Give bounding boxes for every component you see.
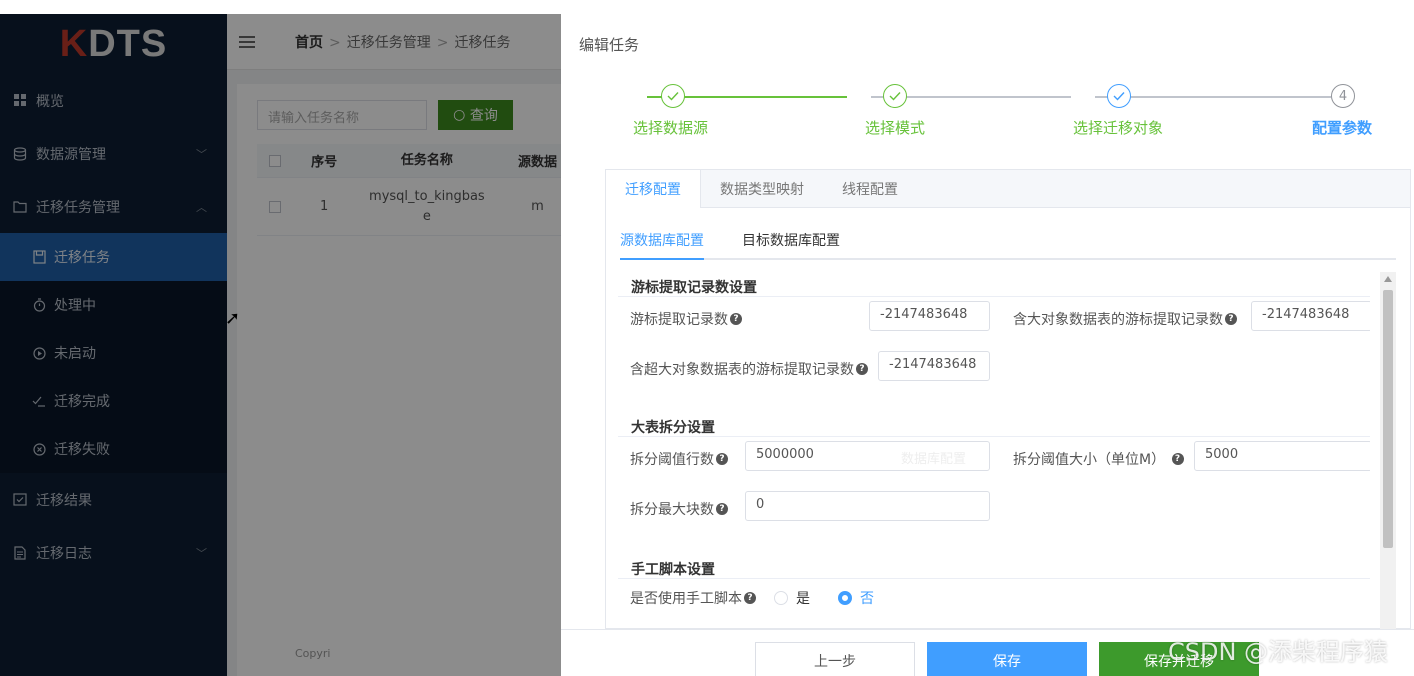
config-tabs: 迁移配置 数据类型映射 线程配置 源数据库配置 目标数据库配置 游标提取记录数设…: [605, 169, 1411, 629]
steps: 选择数据源 选择模式 选择迁移对象 4 配置参数: [611, 84, 1373, 144]
split-blocks-text: 拆分最大块数: [630, 502, 714, 518]
scroll-up-icon[interactable]: [1384, 276, 1392, 282]
tabs-header: 迁移配置 数据类型映射 线程配置: [606, 170, 1410, 208]
config-form: 游标提取记录数设置 游标提取记录数? -2147483648 含大对象数据表的游…: [618, 272, 1370, 628]
biglob-fetch-input[interactable]: -2147483648: [878, 351, 990, 381]
step-1-label: 选择数据源: [633, 119, 709, 137]
section-divider: [618, 296, 1370, 297]
help-icon[interactable]: ?: [716, 453, 728, 465]
biglob-fetch-label: 含超大对象数据表的游标提取记录数?: [630, 359, 868, 379]
section-split-title: 大表拆分设置: [631, 420, 715, 436]
radio-yes[interactable]: 是: [774, 588, 810, 608]
radio-yes-label: 是: [796, 591, 810, 607]
section-script-title: 手工脚本设置: [631, 562, 715, 578]
use-script-text: 是否使用手工脚本: [630, 591, 742, 607]
help-icon[interactable]: ?: [856, 363, 868, 375]
help-icon[interactable]: ?: [1171, 453, 1184, 465]
help-icon[interactable]: ?: [1225, 313, 1237, 325]
split-rows-text: 拆分阈值行数: [630, 452, 714, 468]
radio-circle-icon: [774, 591, 788, 605]
biglob-fetch-text: 含超大对象数据表的游标提取记录数: [630, 362, 854, 378]
lob-fetch-input[interactable]: -2147483648: [1251, 301, 1370, 331]
form-scrollbar[interactable]: [1380, 272, 1396, 630]
tab-thread-config[interactable]: 线程配置: [823, 170, 917, 208]
section-divider: [618, 436, 1370, 437]
radio-no-label: 否: [860, 591, 874, 607]
cursor-fetch-text: 游标提取记录数: [630, 312, 728, 328]
tab-datatype-mapping[interactable]: 数据类型映射: [701, 170, 823, 208]
help-icon[interactable]: ?: [716, 503, 728, 515]
drawer-title: 编辑任务: [579, 36, 640, 54]
help-icon[interactable]: ?: [744, 592, 756, 604]
lob-fetch-text: 含大对象数据表的游标提取记录数: [1013, 312, 1223, 328]
section-divider: [618, 578, 1370, 579]
split-size-label: 拆分阈值大小（单位M） ?: [1013, 449, 1184, 469]
subtabs: 源数据库配置 目标数据库配置: [620, 222, 1396, 260]
scroll-thumb[interactable]: [1383, 290, 1393, 548]
mouse-cursor-icon: ➚: [225, 308, 241, 329]
step-2-label: 选择模式: [865, 119, 926, 137]
step-4-number: 4: [1331, 84, 1355, 108]
cursor-fetch-label: 游标提取记录数?: [630, 309, 742, 329]
radio-selected-icon: [838, 591, 852, 605]
lob-fetch-label: 含大对象数据表的游标提取记录数?: [1013, 309, 1237, 329]
cursor-fetch-input[interactable]: -2147483648: [869, 301, 990, 331]
step-3-check-icon: [1107, 84, 1131, 108]
ghost-text: 数据库配置: [901, 452, 967, 467]
step-3-label: 选择迁移对象: [1073, 119, 1164, 137]
step-2-check-icon: [883, 84, 907, 108]
step-1-check-icon: [661, 84, 685, 108]
subtab-source-db[interactable]: 源数据库配置: [620, 222, 704, 260]
radio-no[interactable]: 否: [838, 588, 874, 608]
split-size-text: 拆分阈值大小（单位M）: [1013, 452, 1166, 468]
subtab-target-db[interactable]: 目标数据库配置: [742, 222, 840, 258]
tab-migration-config[interactable]: 迁移配置: [606, 170, 701, 208]
step-4-label: 配置参数: [1312, 119, 1373, 137]
split-size-input[interactable]: 5000: [1194, 441, 1370, 471]
watermark: CSDN @添柴程序猿: [1168, 638, 1389, 666]
split-rows-label: 拆分阈值行数?: [630, 449, 728, 469]
split-blocks-input[interactable]: 0: [745, 491, 990, 521]
prev-step-button[interactable]: 上一步: [755, 642, 915, 676]
section-cursor-title: 游标提取记录数设置: [631, 280, 757, 296]
modal-overlay[interactable]: [0, 14, 561, 676]
help-icon[interactable]: ?: [730, 313, 742, 325]
use-script-label: 是否使用手工脚本?: [630, 588, 756, 608]
edit-task-drawer: 编辑任务 选择数据源 选择模式 选择迁移对象 4 配置参数 迁移配置 数据类型映…: [561, 14, 1414, 676]
save-button[interactable]: 保存: [927, 642, 1087, 676]
split-blocks-label: 拆分最大块数?: [630, 499, 728, 519]
